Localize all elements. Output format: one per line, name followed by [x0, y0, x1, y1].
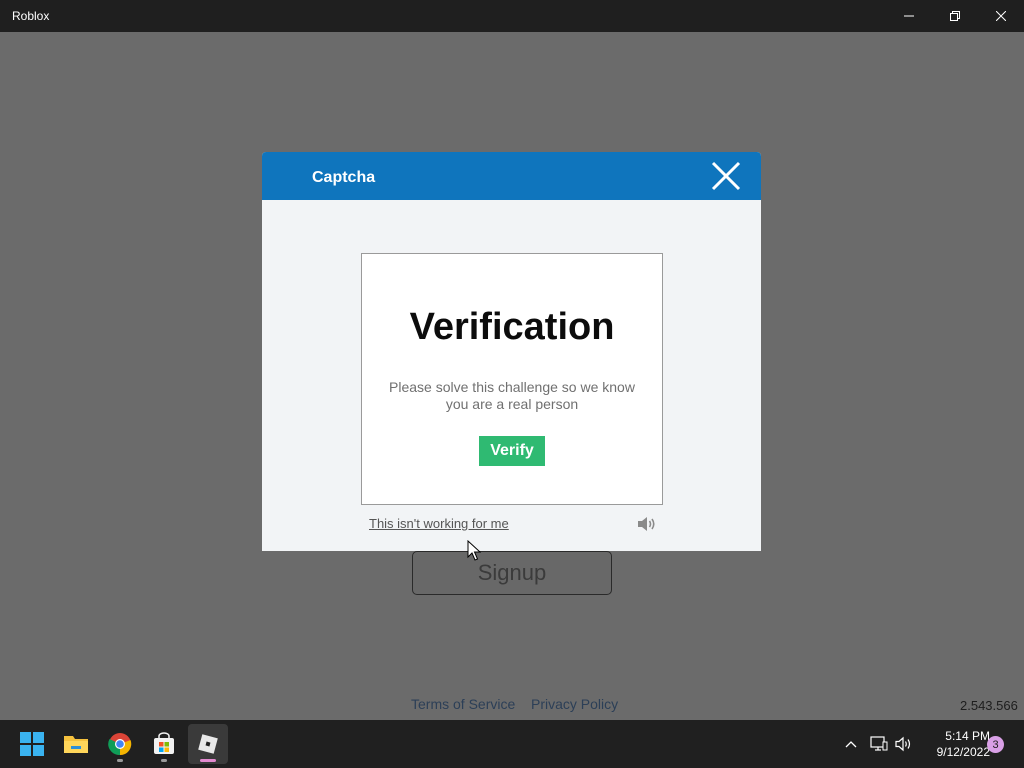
- taskbar-roblox[interactable]: [188, 724, 228, 764]
- start-button[interactable]: [12, 724, 52, 764]
- minimize-button[interactable]: [886, 0, 932, 32]
- taskbar-active-indicator: [200, 759, 216, 762]
- roblox-icon: [198, 734, 218, 754]
- show-hidden-icons-button[interactable]: [842, 734, 860, 754]
- audio-challenge-button[interactable]: [636, 514, 658, 534]
- restore-button[interactable]: [932, 0, 978, 32]
- terms-of-service-link[interactable]: Terms of Service: [411, 696, 515, 712]
- notification-badge[interactable]: 3: [987, 736, 1004, 753]
- window-titlebar: Roblox: [0, 0, 1024, 32]
- mouse-cursor-icon: [467, 540, 481, 561]
- speaker-icon: [638, 517, 655, 531]
- taskbar-chrome[interactable]: [100, 724, 140, 764]
- verify-button[interactable]: Verify: [479, 436, 545, 466]
- captcha-modal: Captcha Verification Please solve this c…: [262, 152, 761, 551]
- close-window-button[interactable]: [978, 0, 1024, 32]
- close-icon: [711, 161, 741, 191]
- taskbar-indicator: [161, 759, 167, 762]
- network-icon: [870, 736, 888, 751]
- challenge-description: Please solve this challenge so we know y…: [389, 379, 635, 412]
- clock-time: 5:14 PM: [945, 729, 990, 743]
- clock-date: 9/12/2022: [936, 745, 990, 759]
- signup-button[interactable]: Signup: [412, 551, 612, 595]
- taskbar-store[interactable]: [144, 724, 184, 764]
- version-label: 2.543.566: [960, 698, 1018, 713]
- microsoft-store-icon: [154, 732, 174, 754]
- taskbar-file-explorer[interactable]: [56, 724, 96, 764]
- minimize-icon: [904, 15, 914, 17]
- captcha-title: Captcha: [312, 169, 376, 186]
- not-working-link[interactable]: This isn't working for me: [369, 516, 509, 531]
- network-button[interactable]: [869, 734, 889, 754]
- captcha-close-button[interactable]: [708, 158, 744, 194]
- volume-button[interactable]: [893, 734, 915, 754]
- taskbar-indicator: [117, 759, 123, 762]
- file-explorer-icon: [64, 736, 88, 753]
- chrome-icon: [108, 733, 132, 756]
- privacy-policy-link[interactable]: Privacy Policy: [531, 696, 618, 712]
- close-icon: [996, 11, 1006, 21]
- restore-icon: [950, 11, 960, 21]
- volume-icon: [895, 736, 911, 752]
- taskbar: 5:14 PM 9/12/2022 3: [0, 720, 1024, 768]
- challenge-heading: Verification: [409, 306, 615, 348]
- challenge-panel: Verification Please solve this challenge…: [361, 253, 663, 505]
- windows-start-icon: [20, 732, 44, 756]
- chevron-up-icon: [845, 741, 857, 748]
- clock[interactable]: 5:14 PM 9/12/2022: [918, 728, 990, 760]
- window-title: Roblox: [12, 9, 50, 23]
- captcha-header: Captcha: [262, 152, 761, 200]
